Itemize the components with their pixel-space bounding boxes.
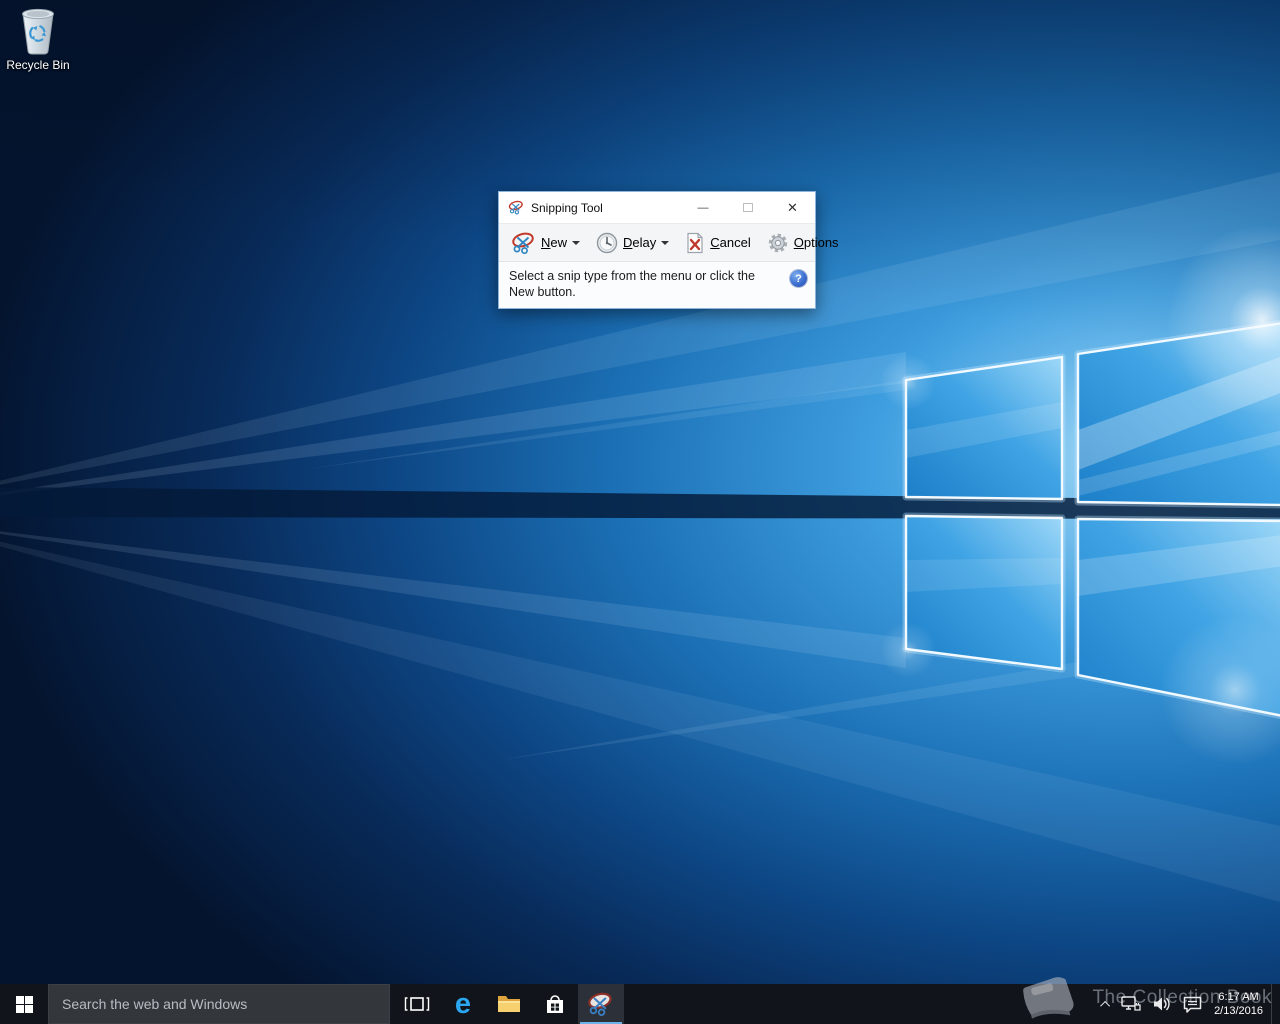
show-desktop-button[interactable] [1271, 984, 1276, 1024]
new-dropdown-caret[interactable] [572, 240, 581, 245]
task-view-icon [404, 997, 430, 1011]
status-text: Select a snip type from the menu or clic… [509, 269, 755, 299]
recycle-bin-glyph [22, 8, 54, 55]
left-lower-glint [880, 622, 936, 678]
recycle-bin-label: Recycle Bin [6, 58, 70, 72]
taskbar-clock[interactable]: 6:17 AM 2/13/2016 [1208, 990, 1271, 1018]
file-explorer-button[interactable] [486, 984, 532, 1024]
windows-start-icon [15, 995, 33, 1013]
close-button[interactable]: ✕ [770, 192, 815, 223]
taskbar-search[interactable] [48, 984, 390, 1024]
help-button[interactable]: ? [790, 270, 807, 287]
action-center-button[interactable] [1177, 984, 1208, 1024]
edge-icon: e [454, 987, 472, 1020]
clock-time: 6:17 AM [1218, 991, 1259, 1003]
help-icon: ? [795, 272, 802, 285]
windows-hero-wallpaper [0, 172, 1280, 902]
clock-icon [596, 232, 618, 254]
cancel-button[interactable]: Cancel [678, 228, 757, 258]
file-explorer-icon [498, 996, 520, 1012]
network-icon [1121, 996, 1141, 1011]
maximize-button[interactable] [725, 192, 770, 223]
minimize-icon: — [697, 201, 709, 214]
store-button[interactable] [532, 984, 578, 1024]
window-title: Snipping Tool [531, 200, 603, 215]
delay-dropdown-caret[interactable] [661, 240, 670, 245]
minimize-button[interactable]: — [680, 192, 725, 223]
search-input[interactable] [49, 996, 389, 1012]
start-button[interactable] [0, 984, 48, 1024]
taskbar: e [0, 984, 1280, 1024]
caption-buttons: — ✕ [680, 192, 815, 223]
task-view-button[interactable] [394, 984, 440, 1024]
maximize-icon [742, 203, 753, 212]
cancel-label: Cancel [710, 235, 751, 250]
options-button[interactable]: Options [760, 228, 846, 258]
statusbar: Select a snip type from the menu or clic… [499, 262, 815, 308]
speaker-icon [1154, 997, 1170, 1011]
titlebar[interactable]: Snipping Tool — ✕ [499, 192, 815, 223]
close-icon: ✕ [787, 199, 798, 215]
left-corner-glint [880, 354, 936, 410]
delay-label: Delay [623, 235, 657, 250]
recycle-bin-icon[interactable]: Recycle Bin [0, 6, 76, 72]
chevron-up-icon [1100, 1000, 1111, 1011]
snipping-tool-taskbar-button[interactable] [578, 984, 624, 1024]
network-button[interactable] [1115, 984, 1147, 1024]
toolbar: New Delay Cancel Options [499, 223, 839, 262]
new-label: New [541, 235, 568, 250]
new-button[interactable]: New [505, 228, 587, 258]
action-center-icon [1183, 996, 1202, 1013]
desktop[interactable]: Recycle Bin Snipping Tool — ✕ New Delay … [0, 0, 1280, 1024]
show-hidden-icons-button[interactable] [1098, 984, 1115, 1024]
store-icon [547, 995, 563, 1013]
cancel-icon [685, 232, 705, 254]
edge-button[interactable]: e [440, 984, 486, 1024]
gear-icon [767, 232, 789, 254]
delay-button[interactable]: Delay [589, 228, 676, 258]
clock-date: 2/13/2016 [1214, 1005, 1263, 1017]
snipping-tool-icon [508, 200, 523, 215]
system-tray: 6:17 AM 2/13/2016 [1098, 984, 1280, 1024]
volume-button[interactable] [1147, 984, 1177, 1024]
options-label: Options [793, 235, 839, 250]
snipping-tool-taskbar-icon [588, 992, 612, 1016]
scissors-icon [512, 232, 536, 254]
snipping-tool-window: Snipping Tool — ✕ New Delay Cancel Optio… [498, 191, 839, 309]
